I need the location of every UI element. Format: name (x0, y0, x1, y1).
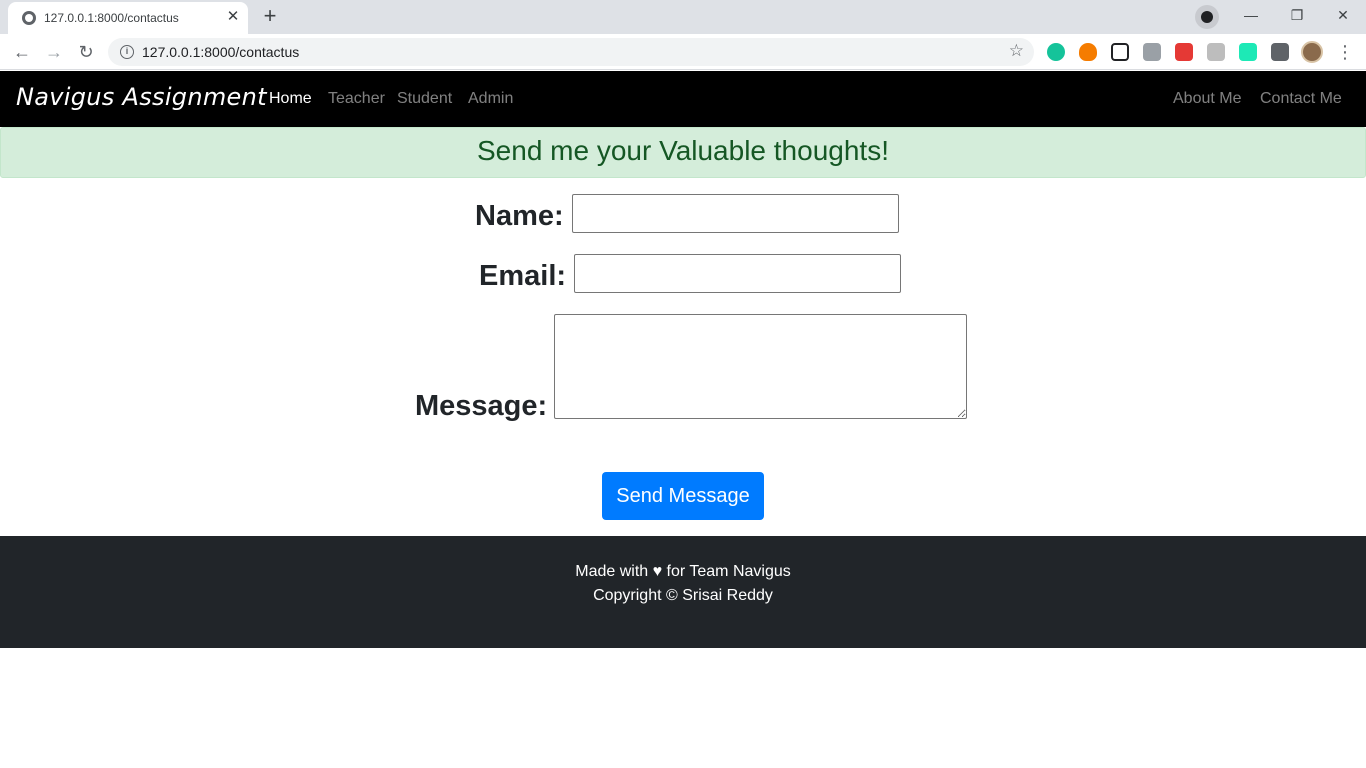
browser-toolbar: ← → ↻ i 127.0.0.1:8000/contactus ☆ ⋮ (0, 34, 1366, 70)
globe-icon (22, 11, 36, 25)
nav-student[interactable]: Student (397, 90, 452, 108)
shield-extension-icon[interactable] (1143, 43, 1161, 61)
message-textarea[interactable] (554, 314, 968, 419)
message-row: Message: (415, 314, 968, 422)
puzzle-icon[interactable] (1271, 43, 1289, 61)
nav-home[interactable]: Home (269, 90, 312, 108)
tab-title: 127.0.0.1:8000/contactus (44, 11, 179, 25)
alert-banner: Send me your Valuable thoughts! (0, 127, 1366, 178)
nav-about-me[interactable]: About Me (1173, 90, 1241, 108)
site-footer: Made with ♥ for Team Navigus Copyright ©… (0, 536, 1366, 648)
name-input[interactable] (571, 194, 899, 233)
minimize-button[interactable]: — (1236, 4, 1266, 26)
tab-search-icon[interactable] (1195, 5, 1219, 29)
url-text[interactable]: 127.0.0.1:8000/contactus (142, 44, 299, 60)
profile-avatar[interactable] (1301, 41, 1323, 63)
colorful-extension-icon[interactable] (1175, 43, 1193, 61)
back-button[interactable]: ← (10, 40, 34, 64)
browser-tab-strip: 127.0.0.1:8000/contactus ✕ + — ❐ ✕ (0, 0, 1366, 34)
grid-extension-icon[interactable] (1111, 43, 1129, 61)
email-row: Email: (479, 254, 902, 293)
new-tab-button[interactable]: + (256, 4, 284, 30)
send-message-button[interactable]: Send Message (602, 472, 764, 520)
browser-tab[interactable]: 127.0.0.1:8000/contactus ✕ (8, 2, 248, 34)
name-row: Name: (475, 194, 899, 233)
address-bar[interactable]: i 127.0.0.1:8000/contactus ☆ (108, 38, 1034, 66)
browser-menu-icon[interactable]: ⋮ (1336, 40, 1354, 64)
email-input[interactable] (574, 254, 902, 293)
message-label: Message: (415, 390, 548, 422)
site-info-icon[interactable]: i (120, 45, 134, 59)
font-extension-icon[interactable] (1207, 43, 1225, 61)
email-label: Email: (479, 260, 567, 292)
nav-teacher[interactable]: Teacher (328, 90, 385, 108)
name-label: Name: (475, 200, 564, 232)
close-tab-icon[interactable]: ✕ (224, 8, 242, 26)
bookmark-star-icon[interactable]: ☆ (1009, 41, 1024, 61)
brand-logo[interactable]: Navigus Assignment (16, 83, 267, 111)
forward-button[interactable]: → (42, 40, 66, 64)
nav-contact-me[interactable]: Contact Me (1260, 90, 1342, 108)
audio-extension-icon[interactable] (1239, 43, 1257, 61)
fire-extension-icon[interactable] (1079, 43, 1097, 61)
close-window-button[interactable]: ✕ (1328, 4, 1358, 26)
footer-made-with: Made with ♥ for Team Navigus (575, 563, 791, 580)
grammarly-extension-icon[interactable] (1047, 43, 1065, 61)
nav-admin[interactable]: Admin (468, 90, 513, 108)
reload-button[interactable]: ↻ (74, 40, 98, 64)
footer-copyright: Copyright © Srisai Reddy (593, 587, 773, 604)
site-navbar: Navigus Assignment Home Teacher Student … (0, 71, 1366, 127)
alert-message: Send me your Valuable thoughts! (477, 135, 889, 166)
restore-button[interactable]: ❐ (1282, 4, 1312, 26)
